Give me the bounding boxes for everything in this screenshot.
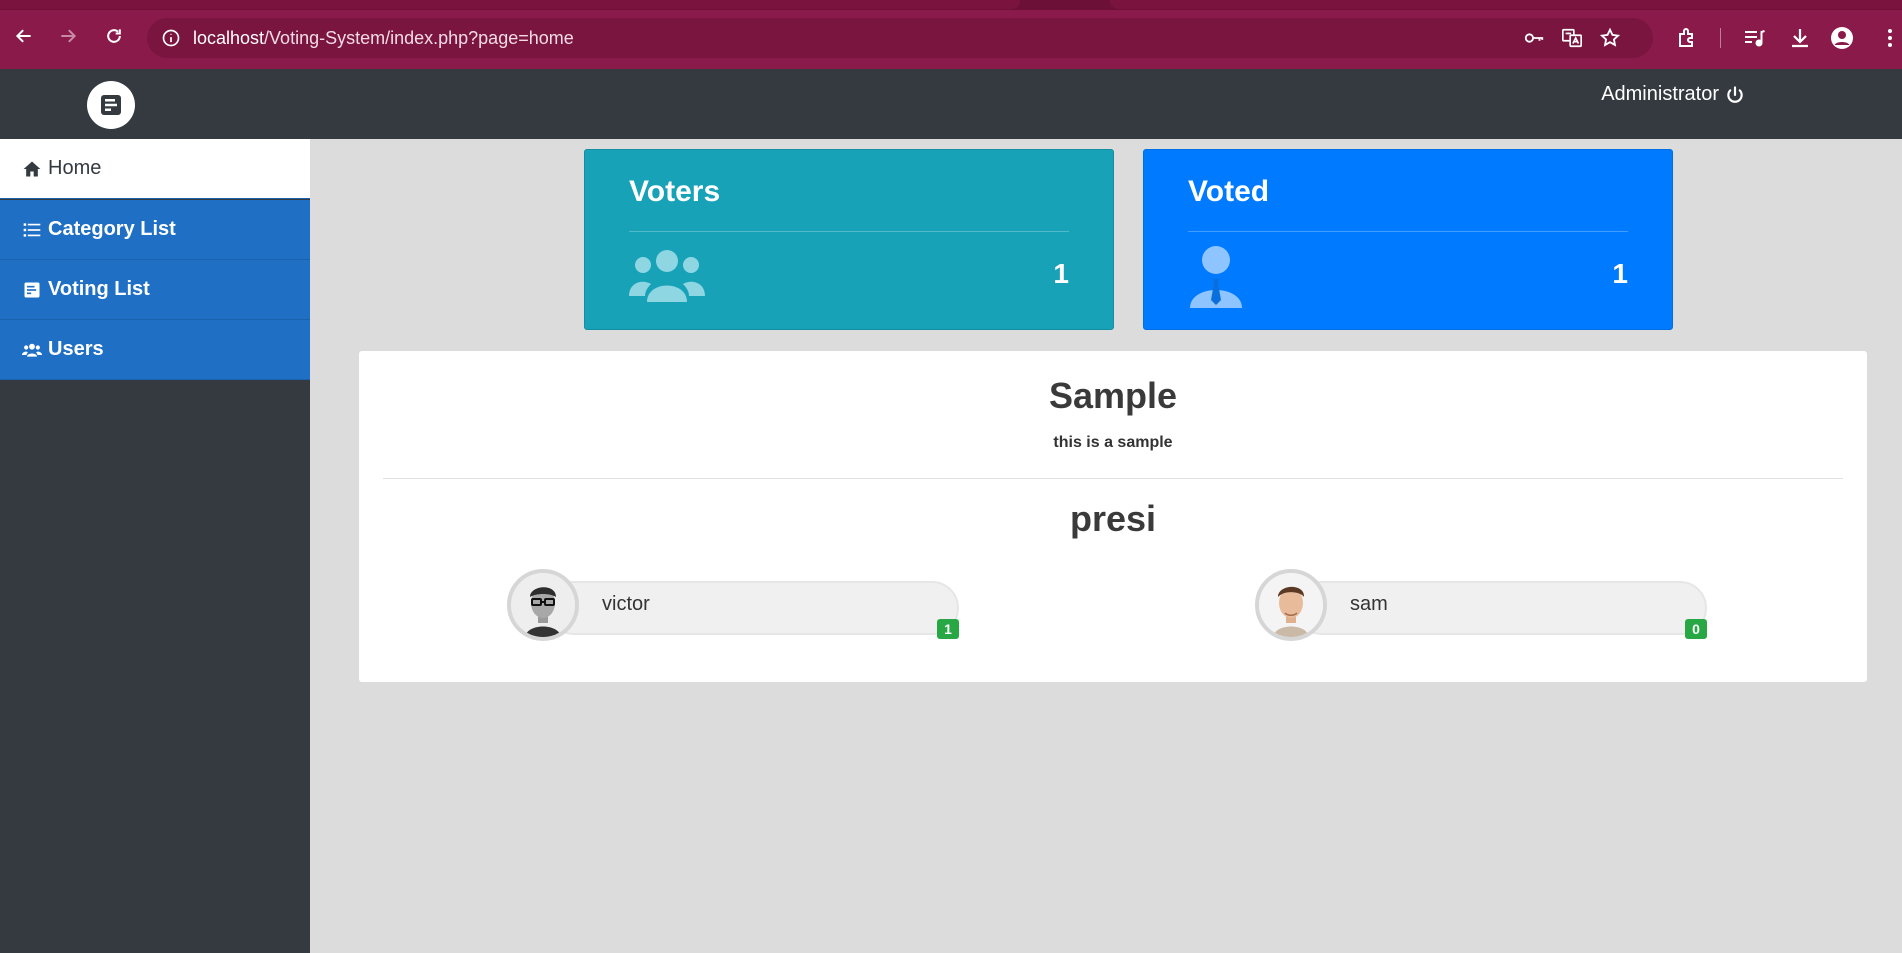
reload-button[interactable]: [100, 22, 128, 50]
sidebar-item-label: Home: [48, 157, 102, 179]
arrow-right-icon: [61, 29, 77, 43]
person-avatar-icon: [511, 573, 575, 637]
home-icon: [23, 161, 41, 176]
poll-icon: [101, 95, 121, 115]
media-playlist-icon[interactable]: [1742, 26, 1766, 50]
download-icon[interactable]: [1788, 26, 1812, 50]
sidebar-item-voting-list[interactable]: Voting List: [0, 260, 310, 320]
app-header: Administrator: [0, 69, 1902, 139]
power-icon[interactable]: [1725, 85, 1745, 105]
sidebar-item-label: Category List: [48, 218, 176, 240]
user-menu[interactable]: Administrator: [1601, 83, 1745, 106]
address-bar[interactable]: localhost/Voting-System/index.php?page=h…: [147, 18, 1653, 58]
sidebar-item-home[interactable]: Home: [0, 139, 310, 199]
vote-count-badge: 1: [937, 619, 959, 639]
candidate-name: sam: [1350, 593, 1388, 615]
url-path: /Voting-System/index.php?page=home: [264, 28, 574, 48]
back-button[interactable]: [10, 22, 38, 50]
browser-tab[interactable]: [1110, 0, 1902, 9]
profile-icon[interactable]: [1830, 26, 1854, 50]
sidebar-item-label: Voting List: [48, 278, 150, 300]
divider: [629, 231, 1069, 232]
poll-panel: Sample this is a sample presi victor 1 s…: [359, 351, 1867, 682]
avatar: [507, 569, 579, 641]
candidate-name: victor: [602, 593, 650, 615]
star-icon[interactable]: [1599, 27, 1621, 49]
sidebar-item-users[interactable]: Users: [0, 320, 310, 380]
url-host: localhost: [193, 28, 265, 48]
list-icon: [23, 222, 41, 237]
voters-card: Voters 1: [584, 149, 1114, 330]
candidate-item[interactable]: victor 1: [507, 569, 959, 641]
reload-icon: [107, 29, 121, 43]
toolbar-separator: [1720, 28, 1721, 48]
user-tie-icon: [1190, 246, 1242, 308]
divider: [1188, 231, 1628, 232]
sidebar: Home Category List Voting List Users: [0, 139, 310, 953]
users-icon: [22, 343, 42, 357]
browser-chrome: localhost/Voting-System/index.php?page=h…: [0, 0, 1902, 69]
users-icon: [629, 250, 705, 302]
divider: [383, 478, 1843, 479]
category-title: presi: [1069, 498, 1157, 539]
voted-count: 1: [1612, 258, 1628, 289]
avatar: [1255, 569, 1327, 641]
person-avatar-icon: [1259, 573, 1323, 637]
forward-button[interactable]: [54, 22, 82, 50]
poll-title: Sample: [1048, 375, 1178, 416]
sidebar-item-label: Users: [48, 338, 104, 360]
url-text: localhost/Voting-System/index.php?page=h…: [193, 28, 574, 49]
more-menu-icon[interactable]: [1878, 26, 1902, 50]
user-name: Administrator: [1601, 83, 1719, 105]
sidebar-item-category-list[interactable]: Category List: [0, 200, 310, 260]
voted-title: Voted: [1188, 175, 1270, 208]
voters-count: 1: [1053, 258, 1069, 289]
key-icon[interactable]: [1523, 27, 1545, 49]
voters-title: Voters: [629, 175, 721, 208]
voted-card: Voted 1: [1143, 149, 1673, 330]
browser-tab[interactable]: [0, 0, 1020, 9]
arrow-left-icon: [15, 29, 31, 43]
extensions-icon[interactable]: [1675, 26, 1699, 50]
logo[interactable]: [87, 81, 135, 129]
poll-description: this is a sample: [1053, 434, 1173, 451]
translate-icon[interactable]: [1561, 27, 1583, 49]
vote-count-badge: 0: [1685, 619, 1707, 639]
site-info-icon[interactable]: [161, 28, 181, 48]
candidate-item[interactable]: sam 0: [1255, 569, 1707, 641]
poll-icon: [24, 282, 40, 297]
